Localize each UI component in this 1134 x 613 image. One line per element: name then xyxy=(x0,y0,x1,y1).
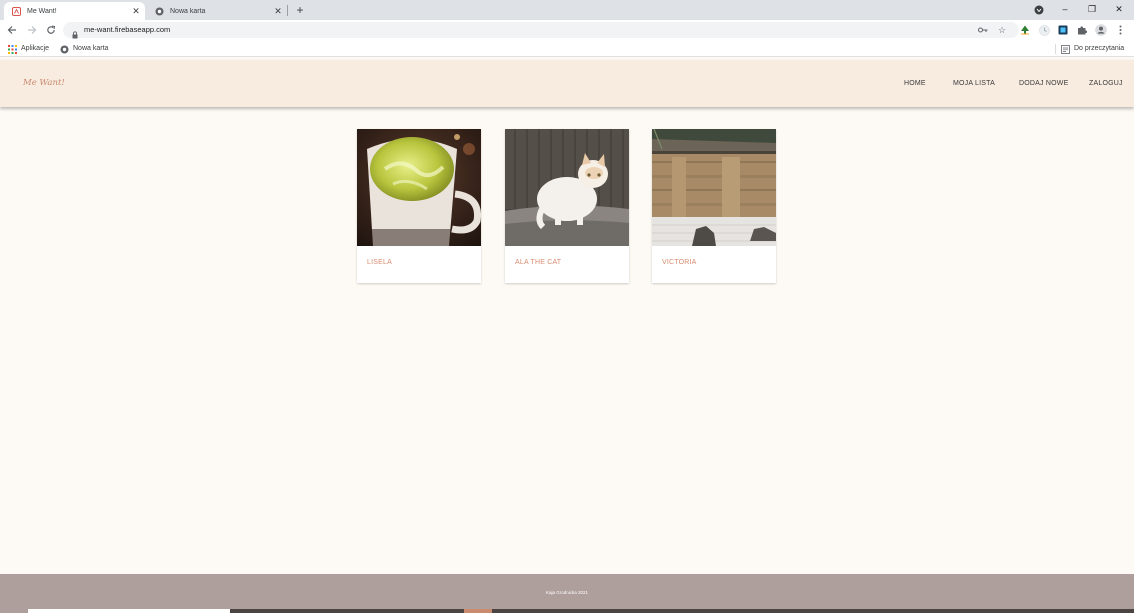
wish-card[interactable]: ALA THE CAT xyxy=(505,129,629,283)
close-tab-icon[interactable]: ✕ xyxy=(273,6,283,16)
matcha-latte-photo xyxy=(357,129,481,246)
site-logo[interactable]: Me Want! xyxy=(23,78,65,88)
lock-icon xyxy=(72,26,78,39)
apps-grid-icon xyxy=(8,44,17,54)
nav-my-list[interactable]: MOJA LISTA xyxy=(953,80,995,87)
card-caption[interactable]: LISELA xyxy=(367,259,392,266)
site-footer: Kaja Grodnicka 2021 xyxy=(0,574,1134,613)
tab-title: Me Want! xyxy=(27,7,57,15)
url-text: me-want.firebaseapp.com xyxy=(84,25,171,34)
bookmark-label: Aplikacje xyxy=(21,45,50,52)
extension-tree-icon[interactable] xyxy=(1019,24,1031,36)
bookmarks-separator xyxy=(1055,44,1056,54)
close-window-button[interactable]: ✕ xyxy=(1112,2,1126,16)
wish-card[interactable]: VICTORIA xyxy=(652,129,776,283)
extension-clock-icon[interactable] xyxy=(1038,24,1050,36)
new-tab-button[interactable]: + xyxy=(294,3,306,17)
bookmark-star-icon[interactable]: ☆ xyxy=(996,24,1008,36)
tab-separator xyxy=(287,5,288,16)
wish-card[interactable]: LISELA xyxy=(357,129,481,283)
tab-new-tab[interactable]: Nowa karta ✕ xyxy=(147,2,287,20)
site-favicon-icon xyxy=(12,6,21,16)
profile-menu-icon[interactable] xyxy=(1032,2,1046,16)
browser-tab-strip: Me Want! ✕ Nowa karta ✕ + – ❐ ✕ xyxy=(0,0,1134,20)
extension-square-icon[interactable] xyxy=(1057,24,1069,36)
browser-menu-icon[interactable] xyxy=(1114,24,1126,36)
reading-list-label: Do przeczytania xyxy=(1074,45,1125,52)
site-header: Me Want! HOME MOJA LISTA DODAJ NOWE ZALO… xyxy=(0,60,1134,107)
forward-button[interactable] xyxy=(25,23,39,37)
restore-button[interactable]: ❐ xyxy=(1085,2,1099,16)
tab-title: Nowa karta xyxy=(170,7,206,15)
bookmark-label: Nowa karta xyxy=(73,45,109,52)
footer-copyright: Kaja Grodnicka 2021 xyxy=(545,590,589,595)
profile-avatar-icon[interactable] xyxy=(1095,24,1107,36)
chrome-icon xyxy=(155,7,164,16)
extensions-puzzle-icon[interactable] xyxy=(1076,24,1088,36)
white-cat-photo xyxy=(505,129,629,246)
card-caption[interactable]: VICTORIA xyxy=(662,259,697,266)
taskbar-strip xyxy=(28,609,230,613)
chrome-icon xyxy=(60,45,69,54)
bookmarks-bar: Aplikacje Nowa karta Do przeczytania xyxy=(0,41,1134,57)
nav-add-new[interactable]: DODAJ NOWE xyxy=(1019,80,1068,87)
reading-list-button[interactable]: Do przeczytania xyxy=(1061,44,1124,54)
back-button[interactable] xyxy=(5,23,19,37)
card-caption[interactable]: ALA THE CAT xyxy=(515,259,561,266)
zen-garden-photo xyxy=(652,129,776,246)
bookmark-apps[interactable]: Aplikacje xyxy=(8,44,49,54)
taskbar-strip xyxy=(464,609,492,613)
reload-button[interactable] xyxy=(44,23,58,37)
close-tab-icon[interactable]: ✕ xyxy=(131,6,141,16)
address-bar[interactable]: me-want.firebaseapp.com ☆ xyxy=(63,22,1019,39)
tab-me-want[interactable]: Me Want! ✕ xyxy=(4,2,145,20)
reading-list-icon xyxy=(1061,44,1070,54)
nav-login[interactable]: ZALOGUJ xyxy=(1089,80,1123,87)
taskbar-strip xyxy=(492,609,1134,613)
bookmark-new-tab[interactable]: Nowa karta xyxy=(60,44,108,54)
browser-toolbar: me-want.firebaseapp.com ☆ xyxy=(0,20,1134,41)
taskbar-strip xyxy=(230,609,464,613)
nav-home[interactable]: HOME xyxy=(904,80,926,87)
minimize-button[interactable]: – xyxy=(1058,2,1072,16)
key-icon[interactable] xyxy=(977,24,989,36)
